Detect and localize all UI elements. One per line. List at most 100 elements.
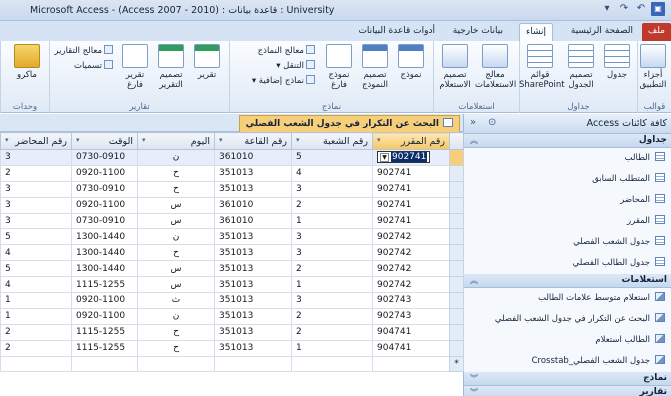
table-row[interactable]: 902742 2 351013 س 1300-1440 5 (0, 260, 464, 278)
table-cell[interactable]: 361010 (214, 196, 292, 214)
nav-section-tables[interactable]: جداول ︽ (464, 134, 671, 148)
table-cell[interactable]: 2 (0, 339, 72, 357)
column-header[interactable]: رقم المقرر ▾ (372, 132, 450, 150)
table-row[interactable]: 902742 3 351013 ن 1300-1440 5 (0, 228, 464, 246)
column-header[interactable]: اليوم ▾ (137, 132, 215, 150)
row-selector[interactable] (449, 244, 464, 262)
table-cell[interactable]: 4 (291, 164, 373, 182)
table-cell[interactable]: 902741 (372, 196, 450, 214)
table-cell[interactable]: 351013 (214, 323, 292, 341)
table-cell[interactable]: ن (137, 307, 215, 325)
app-parts-button[interactable]: أجزاء التطبيق (635, 44, 671, 90)
row-selector[interactable] (449, 307, 464, 325)
column-header[interactable]: الوقت ▾ (71, 132, 138, 150)
query-design-button[interactable]: تصميم الاستعلام (435, 44, 475, 90)
table-cell[interactable]: 1115-1255 (71, 339, 138, 357)
nav-item-query[interactable]: استعلام متوسط علامات الطالب (464, 288, 671, 309)
sharepoint-lists-button[interactable]: قوائم SharePoint (519, 44, 565, 90)
table-cell[interactable]: ح (137, 180, 215, 198)
table-cell[interactable]: س (137, 276, 215, 294)
table-cell[interactable]: 1 (291, 276, 373, 294)
table-cell[interactable]: 0730-0910 (71, 180, 138, 198)
row-selector[interactable] (449, 212, 464, 230)
table-cell[interactable]: س (137, 260, 215, 278)
table-cell[interactable]: 351013 (214, 180, 292, 198)
nav-section-reports[interactable]: تقارير ︾ (464, 386, 671, 396)
table-cell[interactable] (71, 355, 138, 372)
nav-item-table[interactable]: المقرر (464, 211, 671, 232)
table-cell[interactable]: 5 (291, 149, 373, 166)
nav-item-table[interactable]: المتطلب السابق (464, 169, 671, 190)
table-row[interactable]: 902741 1 361010 س 0730-0910 3 (0, 212, 464, 230)
row-selector[interactable] (449, 228, 464, 246)
nav-pane-collapse-icon[interactable]: « (470, 117, 476, 128)
table-cell[interactable]: 351013 (214, 292, 292, 309)
nav-item-query[interactable]: الطالب استعلام (464, 330, 671, 351)
table-cell[interactable]: 5 (0, 228, 72, 246)
table-cell[interactable]: 902742 (372, 244, 450, 262)
table-cell[interactable]: 351013 (214, 164, 292, 182)
table-cell[interactable]: 3 (0, 149, 72, 166)
form-design-button[interactable]: تصميم النموذج (357, 44, 393, 90)
tab-file[interactable]: ملف (641, 23, 671, 41)
table-cell[interactable]: 1 (0, 307, 72, 325)
select-all-corner[interactable] (449, 132, 464, 150)
table-cell[interactable]: 3 (0, 196, 72, 214)
table-cell[interactable]: 3 (291, 180, 373, 198)
document-tab[interactable]: البحث عن التكرار في جدول الشعب الفصلي (238, 115, 460, 132)
table-cell[interactable]: 902741 (372, 212, 450, 230)
row-selector[interactable] (449, 292, 464, 309)
row-selector[interactable] (449, 164, 464, 182)
customize-qat-icon[interactable]: ▾ (600, 2, 614, 16)
table-cell[interactable]: 4 (0, 276, 72, 294)
save-icon[interactable]: ▣ (651, 2, 665, 16)
redo-icon[interactable]: ↷ (617, 2, 631, 16)
column-header[interactable]: رقم القاعة ▾ (214, 132, 292, 150)
form-button[interactable]: نموذج (393, 44, 429, 80)
table-cell[interactable] (137, 355, 215, 372)
table-cell[interactable]: 902742 (372, 228, 450, 246)
table-row[interactable]: ▼ 902741 5 361010 ن 0730-0910 3 (0, 149, 464, 166)
form-wizard-button[interactable]: معالج النماذج (258, 45, 315, 56)
nav-item-table[interactable]: المحاضر (464, 190, 671, 211)
table-cell[interactable]: 1 (291, 212, 373, 230)
table-cell[interactable]: ح (137, 323, 215, 341)
table-cell[interactable]: ث (137, 292, 215, 309)
nav-section-queries[interactable]: استعلامات ︽ (464, 274, 671, 288)
table-cell[interactable]: 2 (0, 323, 72, 341)
report-design-button[interactable]: تصميم التقرير (153, 44, 189, 90)
row-selector[interactable] (449, 339, 464, 357)
new-record-icon[interactable]: * (449, 355, 464, 372)
table-cell[interactable]: 0920-1100 (71, 164, 138, 182)
report-button[interactable]: تقرير (189, 44, 225, 80)
undo-icon[interactable]: ↶ (634, 2, 648, 16)
table-cell[interactable]: 0730-0910 (71, 212, 138, 230)
report-wizard-button[interactable]: معالج التقارير (54, 45, 113, 56)
new-record-row[interactable]: * (0, 355, 464, 372)
tab-home[interactable]: الصفحة الرئيسية (565, 23, 639, 41)
table-cell[interactable]: 1115-1255 (71, 276, 138, 294)
nav-item-query[interactable]: جدول الشعب الفصلي_Crosstab (464, 351, 671, 372)
table-row[interactable]: 902742 3 351013 ح 1300-1440 4 (0, 244, 464, 262)
table-cell[interactable]: 1 (291, 339, 373, 357)
table-cell[interactable]: 902741 (372, 164, 450, 182)
dropdown-arrow-icon[interactable]: ▾ (142, 136, 146, 144)
table-row[interactable]: 902742 1 351013 س 1115-1255 4 (0, 276, 464, 294)
table-cell[interactable]: 5 (0, 260, 72, 278)
table-cell[interactable]: 2 (291, 260, 373, 278)
more-forms-button[interactable]: نماذج إضافية ▾ (252, 75, 315, 86)
dropdown-arrow-icon[interactable]: ▼ (380, 153, 389, 163)
tab-external-data[interactable]: بيانات خارجية (447, 23, 509, 41)
table-cell[interactable]: 904741 (372, 323, 450, 341)
table-cell[interactable]: 2 (291, 307, 373, 325)
table-cell[interactable]: 0730-0910 (71, 149, 138, 166)
table-cell[interactable]: ن (137, 228, 215, 246)
table-cell[interactable]: 1115-1255 (71, 323, 138, 341)
nav-item-query[interactable]: البحث عن التكرار في جدول الشعب الفصلي (464, 309, 671, 330)
table-cell[interactable]: س (137, 196, 215, 214)
table-row[interactable]: 902741 3 351013 ح 0730-0910 3 (0, 180, 464, 198)
table-cell[interactable]: 351013 (214, 307, 292, 325)
table-cell[interactable]: 2 (291, 196, 373, 214)
row-selector[interactable] (449, 260, 464, 278)
table-cell[interactable]: س (137, 212, 215, 230)
